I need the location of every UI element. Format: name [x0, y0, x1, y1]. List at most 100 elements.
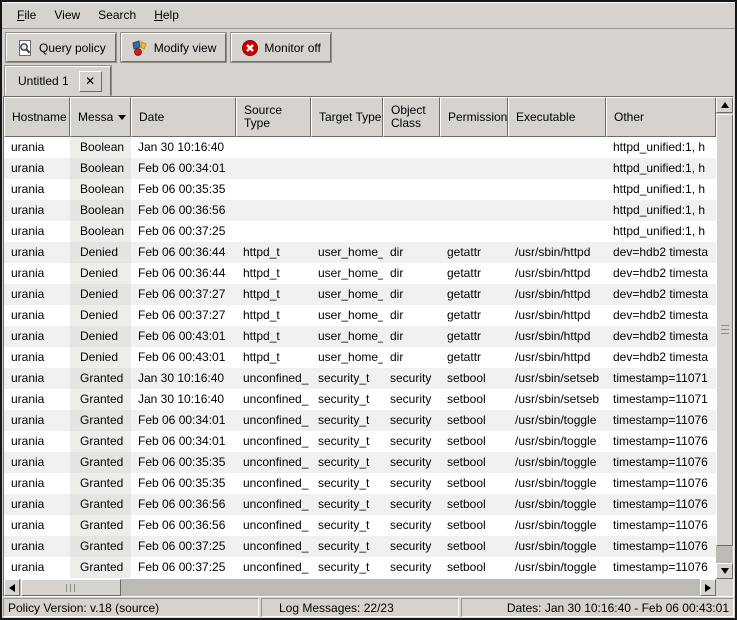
cell-object-class — [383, 137, 440, 158]
cell-other: httpd_unified:1, h — [606, 179, 716, 200]
column-header-other[interactable]: Other — [606, 97, 716, 137]
cell-permission: setbool — [440, 473, 508, 494]
column-header-target-type[interactable]: Target Type — [311, 97, 383, 137]
cell-target-type: user_home_ — [311, 326, 383, 347]
scroll-right-button[interactable] — [700, 579, 716, 596]
cell-date: Feb 06 00:35:35 — [131, 179, 236, 200]
horizontal-scrollbar-thumb[interactable] — [21, 579, 121, 596]
cell-source-type: unconfined_ — [236, 368, 311, 389]
column-header-source-type[interactable]: Source Type — [236, 97, 311, 137]
table-row[interactable]: uraniaDeniedFeb 06 00:43:01httpd_tuser_h… — [4, 347, 716, 368]
cell-permission: setbool — [440, 389, 508, 410]
menu-view[interactable]: View — [45, 5, 89, 25]
app-window: File View Search Help Query policy Modif… — [0, 0, 737, 620]
cell-permission — [440, 221, 508, 242]
table-row[interactable]: uraniaBooleanFeb 06 00:34:01httpd_unifie… — [4, 158, 716, 179]
grip-icon — [66, 584, 76, 592]
tab-close-button[interactable]: ✕ — [79, 71, 102, 92]
column-header-executable[interactable]: Executable — [508, 97, 606, 137]
dates-text: Dates: Jan 30 10:16:40 - Feb 06 00:43:01 — [507, 601, 729, 615]
cell-object-class: security — [383, 494, 440, 515]
table-row[interactable]: uraniaDeniedFeb 06 00:37:27httpd_tuser_h… — [4, 284, 716, 305]
cell-other: dev=hdb2 timesta — [606, 242, 716, 263]
cell-source-type: httpd_t — [236, 347, 311, 368]
cell-other: dev=hdb2 timesta — [606, 305, 716, 326]
cell-object-class: security — [383, 368, 440, 389]
column-header-object-class[interactable]: Object Class — [383, 97, 440, 137]
tab-untitled-1[interactable]: Untitled 1 ✕ — [5, 66, 111, 96]
table-row[interactable]: uraniaGrantedFeb 06 00:36:56unconfined_s… — [4, 515, 716, 536]
cell-permission: getattr — [440, 263, 508, 284]
table-row[interactable]: uraniaGrantedFeb 06 00:37:25unconfined_s… — [4, 557, 716, 578]
cell-target-type — [311, 179, 383, 200]
cell-permission: getattr — [440, 305, 508, 326]
column-header-date[interactable]: Date — [131, 97, 236, 137]
table-row[interactable]: uraniaGrantedJan 30 10:16:40unconfined_s… — [4, 368, 716, 389]
cell-date: Feb 06 00:36:56 — [131, 200, 236, 221]
table-row[interactable]: uraniaGrantedJan 30 10:16:40unconfined_s… — [4, 389, 716, 410]
cell-target-type: security_t — [311, 452, 383, 473]
table-row[interactable]: uraniaGrantedFeb 06 00:37:25unconfined_s… — [4, 536, 716, 557]
menu-search[interactable]: Search — [89, 5, 145, 25]
grip-icon — [721, 325, 729, 335]
status-bar: Policy Version: v.18 (source) Log Messag… — [2, 597, 735, 618]
cell-hostname: urania — [4, 284, 70, 305]
query-policy-button[interactable]: Query policy — [6, 33, 116, 62]
table-row[interactable]: uraniaBooleanFeb 06 00:35:35httpd_unifie… — [4, 179, 716, 200]
cell-messa: Granted — [70, 536, 131, 557]
cell-other: dev=hdb2 timesta — [606, 263, 716, 284]
table-row[interactable]: uraniaBooleanJan 30 10:16:40httpd_unifie… — [4, 137, 716, 158]
cell-source-type — [236, 179, 311, 200]
cell-hostname: urania — [4, 242, 70, 263]
cell-permission: setbool — [440, 536, 508, 557]
table-row[interactable]: uraniaDeniedFeb 06 00:36:44httpd_tuser_h… — [4, 263, 716, 284]
cell-object-class — [383, 158, 440, 179]
log-messages-status: Log Messages: 22/23 — [261, 598, 459, 617]
cell-messa: Granted — [70, 431, 131, 452]
modify-view-button[interactable]: Modify view — [121, 33, 227, 62]
arrow-right-icon — [705, 584, 711, 592]
cell-other: dev=hdb2 timesta — [606, 326, 716, 347]
table-row[interactable]: uraniaGrantedFeb 06 00:35:35unconfined_s… — [4, 452, 716, 473]
menu-help[interactable]: Help — [145, 5, 188, 25]
cell-source-type: httpd_t — [236, 305, 311, 326]
cell-executable: /usr/sbin/toggle — [508, 431, 606, 452]
scroll-up-button[interactable] — [716, 97, 733, 113]
cell-target-type: security_t — [311, 473, 383, 494]
cell-date: Jan 30 10:16:40 — [131, 368, 236, 389]
column-header-permission[interactable]: Permission — [440, 97, 508, 137]
table-row[interactable]: uraniaGrantedFeb 06 00:34:01unconfined_s… — [4, 410, 716, 431]
tab-bar: Untitled 1 ✕ — [2, 66, 735, 96]
cell-messa: Boolean — [70, 221, 131, 242]
scroll-down-button[interactable] — [716, 563, 733, 579]
cell-other: timestamp=11076 — [606, 557, 716, 578]
column-header-hostname[interactable]: Hostname — [4, 97, 70, 137]
cell-hostname: urania — [4, 452, 70, 473]
cell-other: httpd_unified:1, h — [606, 200, 716, 221]
cell-target-type: user_home_ — [311, 305, 383, 326]
menu-file[interactable]: File — [8, 5, 45, 25]
cell-object-class: security — [383, 536, 440, 557]
table-row[interactable]: uraniaGrantedFeb 06 00:34:01unconfined_s… — [4, 431, 716, 452]
cell-object-class: dir — [383, 326, 440, 347]
table-row[interactable]: uraniaBooleanFeb 06 00:36:56httpd_unifie… — [4, 200, 716, 221]
table-row[interactable]: uraniaDeniedFeb 06 00:37:27httpd_tuser_h… — [4, 305, 716, 326]
table-row[interactable]: uraniaGrantedFeb 06 00:36:56unconfined_s… — [4, 494, 716, 515]
cell-hostname: urania — [4, 347, 70, 368]
table-row[interactable]: uraniaDeniedFeb 06 00:43:01httpd_tuser_h… — [4, 326, 716, 347]
monitor-off-button[interactable]: Monitor off — [231, 33, 330, 62]
cell-object-class: dir — [383, 242, 440, 263]
vertical-scrollbar-thumb[interactable] — [716, 114, 733, 546]
scroll-left-button[interactable] — [4, 579, 20, 596]
table-row[interactable]: uraniaBooleanFeb 06 00:37:25httpd_unifie… — [4, 221, 716, 242]
table-row[interactable]: uraniaDeniedFeb 06 00:36:44httpd_tuser_h… — [4, 242, 716, 263]
cell-other: dev=hdb2 timesta — [606, 347, 716, 368]
horizontal-scrollbar[interactable] — [4, 579, 716, 596]
monitor-off-icon — [241, 39, 259, 57]
cell-executable: /usr/sbin/httpd — [508, 284, 606, 305]
table-row[interactable]: uraniaGrantedFeb 06 00:35:35unconfined_s… — [4, 473, 716, 494]
cell-permission: getattr — [440, 326, 508, 347]
vertical-scrollbar[interactable] — [716, 97, 733, 579]
cell-target-type: user_home_ — [311, 284, 383, 305]
column-header-messa[interactable]: Messa — [70, 97, 131, 137]
